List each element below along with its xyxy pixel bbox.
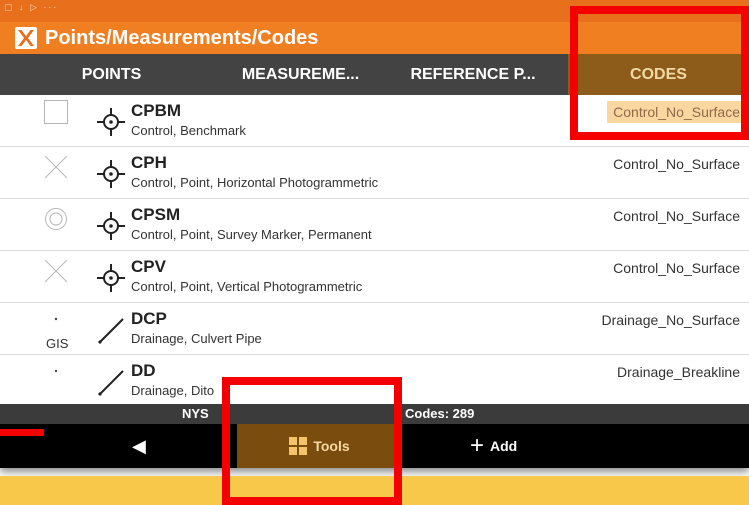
code-description: Control, Point, Vertical Photogrammetric xyxy=(131,279,363,294)
list-item[interactable]: GIS DCP Drainage, Culvert Pipe Drainage_… xyxy=(0,303,749,355)
list-item[interactable]: CPH Control, Point, Horizontal Photogram… xyxy=(0,147,749,199)
highlight-arrow-line xyxy=(0,429,44,436)
select-checkbox[interactable] xyxy=(44,100,68,124)
add-label: Add xyxy=(490,438,518,454)
highlight-box-tools-button xyxy=(222,377,402,505)
highlight-box-codes-tab xyxy=(570,6,749,140)
code-name: DD xyxy=(131,361,156,380)
back-arrow-icon[interactable]: ◀ xyxy=(132,436,146,457)
code-description: Control, Point, Survey Marker, Permanent xyxy=(131,227,372,242)
gis-label: GIS xyxy=(46,336,69,351)
control-point-symbol-icon xyxy=(97,264,125,292)
page-title: Points/Measurements/Codes xyxy=(45,26,319,49)
tab-reference-points[interactable]: REFERENCE P... xyxy=(378,54,568,95)
code-name: CPV xyxy=(131,257,166,276)
cross-marker-icon xyxy=(44,155,68,179)
code-name: CPH xyxy=(131,153,167,172)
line-symbol-icon xyxy=(98,318,124,344)
surface-type: Drainage_Breakline xyxy=(617,364,740,380)
tab-label: MEASUREME... xyxy=(241,65,360,83)
code-description: Drainage, Culvert Pipe xyxy=(131,331,262,346)
cross-marker-icon xyxy=(44,259,68,283)
dot-marker-icon xyxy=(54,317,58,321)
code-name: DCP xyxy=(131,309,167,328)
control-point-symbol-icon xyxy=(97,212,125,240)
codes-list[interactable]: CPBM Control, Benchmark Control_No_Surfa… xyxy=(0,95,749,404)
tab-measurements[interactable]: MEASUREME... xyxy=(223,54,378,95)
codes-count: Codes: 289 xyxy=(405,406,475,421)
tab-label: POINTS xyxy=(81,65,142,83)
plus-icon: + xyxy=(470,432,485,459)
code-name: CPBM xyxy=(131,101,182,120)
code-description: Control, Benchmark xyxy=(131,123,246,138)
double-circle-marker-icon xyxy=(45,208,67,230)
add-button[interactable]: + Add xyxy=(470,424,517,468)
control-point-symbol-icon xyxy=(97,108,125,136)
surface-type: Drainage_No_Surface xyxy=(601,312,740,328)
list-item[interactable]: CPSM Control, Point, Survey Marker, Perm… xyxy=(0,199,749,251)
line-symbol-icon xyxy=(98,370,124,396)
control-point-symbol-icon xyxy=(97,160,125,188)
surface-type: Control_No_Surface xyxy=(613,260,740,276)
app-logo-icon xyxy=(15,27,37,49)
code-description: Drainage, Dito xyxy=(131,383,215,398)
tab-label: REFERENCE P... xyxy=(410,65,536,83)
code-name: CPSM xyxy=(131,205,181,224)
surface-type: Control_No_Surface xyxy=(613,208,740,224)
tab-points[interactable]: POINTS xyxy=(0,54,223,95)
code-description: Control, Point, Horizontal Photogrammetr… xyxy=(131,175,379,190)
status-icons: ▢ ↓ ▷ ··· xyxy=(4,2,59,12)
dot-marker-icon xyxy=(54,369,58,373)
project-name: NYS xyxy=(182,406,209,421)
surface-type: Control_No_Surface xyxy=(613,156,740,172)
list-item[interactable]: CPV Control, Point, Vertical Photogramme… xyxy=(0,251,749,303)
